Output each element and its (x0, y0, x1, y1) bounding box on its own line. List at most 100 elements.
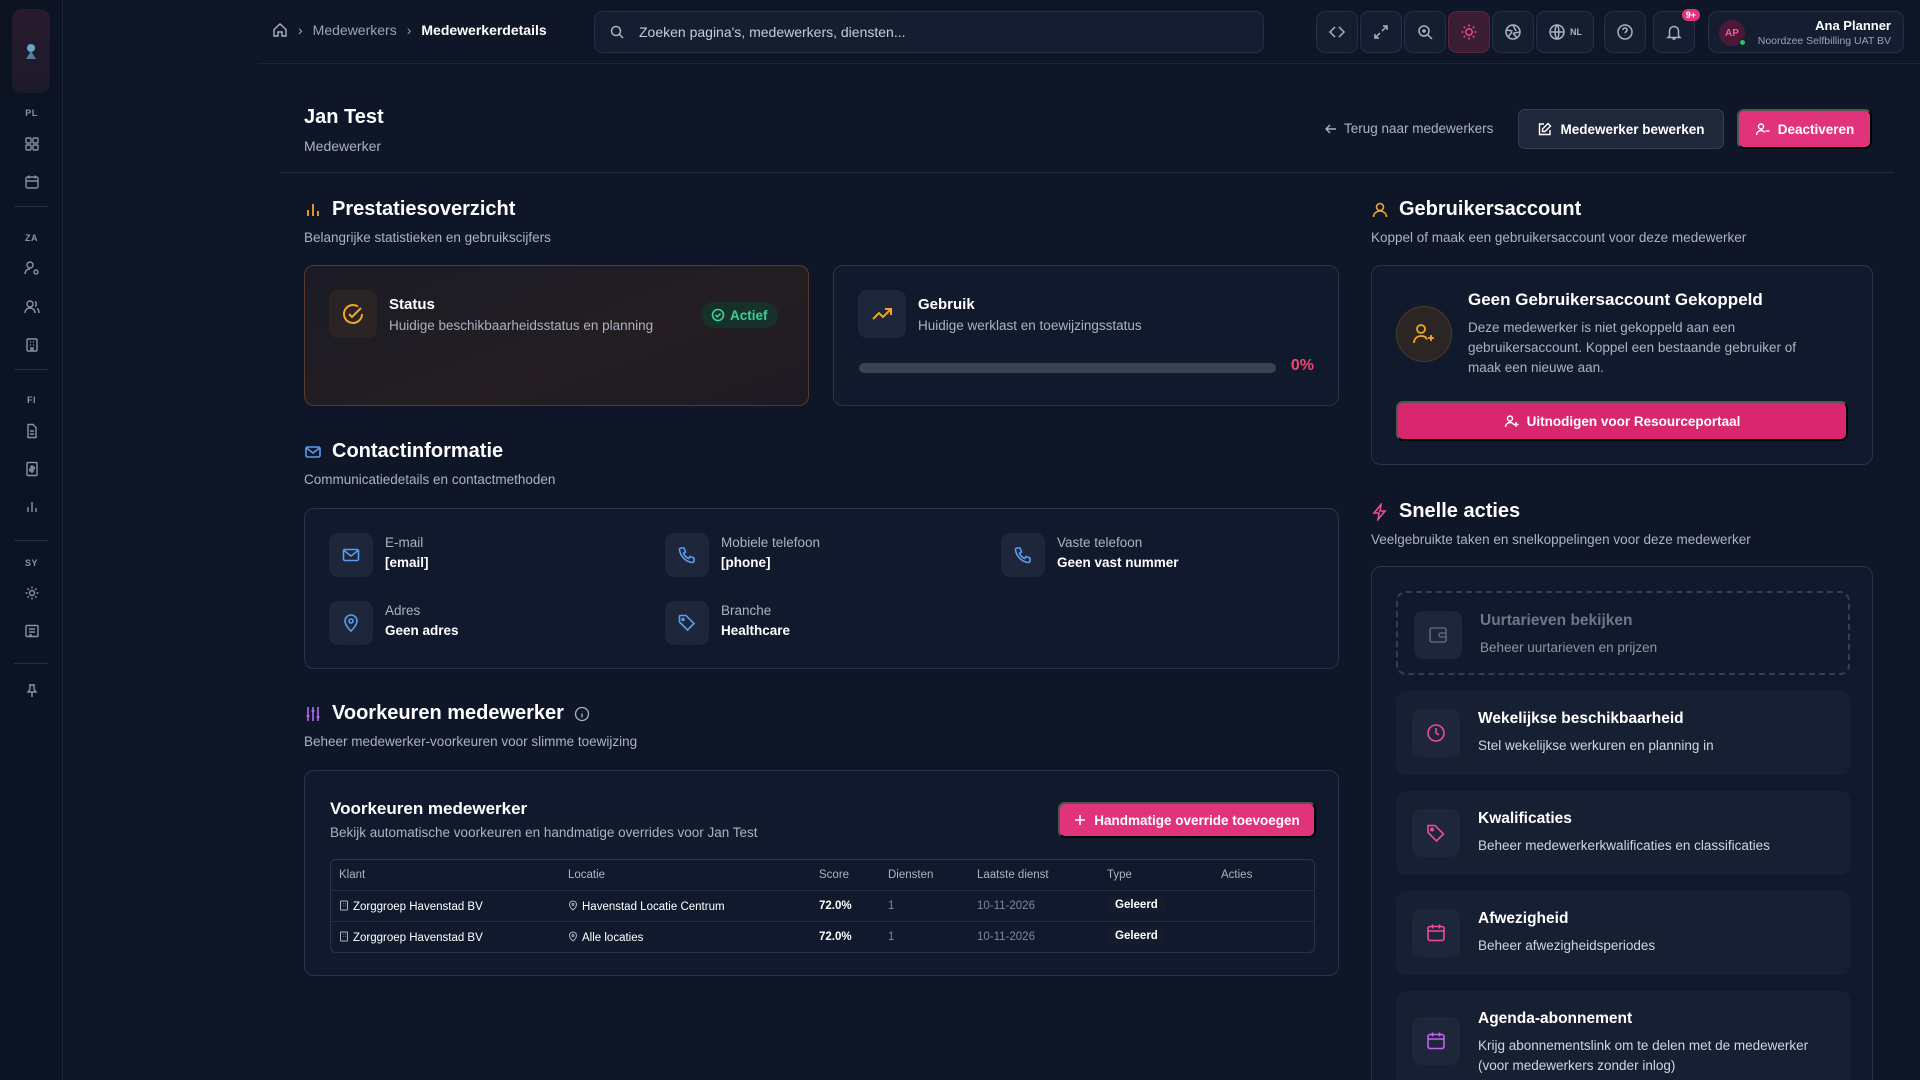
plus-icon (1074, 814, 1086, 826)
app-logo[interactable] (12, 9, 50, 93)
breadcrumb: › Medewerkers › Medewerkerdetails (272, 22, 547, 38)
zoom-button[interactable] (1404, 11, 1446, 53)
quick-action-calendar-subscription[interactable]: Agenda-abonnement Krijg abonnementslink … (1396, 991, 1850, 1080)
sliders-icon (304, 705, 322, 723)
fullscreen-button[interactable] (1360, 11, 1402, 53)
collapse-button[interactable] (1316, 11, 1358, 53)
cell-score: 72.0% (819, 900, 852, 912)
info-icon[interactable] (574, 706, 590, 722)
global-search[interactable] (594, 11, 1264, 53)
pin-icon[interactable] (21, 680, 43, 702)
globe-icon (1548, 23, 1566, 41)
rail-divider (14, 206, 48, 207)
cell-locatie-text: Alle locaties (582, 932, 644, 944)
breadcrumb-item-medewerkers[interactable]: Medewerkers (313, 22, 397, 38)
column-header-type[interactable]: Type (1107, 869, 1132, 881)
lightning-icon (1371, 502, 1389, 521)
rail-section-fi: FI (27, 395, 36, 405)
search-icon (609, 24, 625, 40)
preferences-description: Beheer medewerker-voorkeuren voor slimme… (304, 734, 638, 749)
cell-score: 72.0% (819, 931, 852, 943)
add-override-button[interactable]: Handmatige override toevoegen (1058, 802, 1316, 838)
dashboard-icon[interactable] (21, 133, 43, 155)
user-plus-icon (1396, 306, 1452, 362)
bell-icon (1665, 23, 1683, 41)
color-theme-button[interactable] (1492, 11, 1534, 53)
language-button[interactable]: NL (1536, 11, 1594, 53)
account-title: Gebruikersaccount (1399, 198, 1582, 220)
quick-action-absence[interactable]: Afwezigheid Beheer afwezigheidsperiodes (1396, 891, 1850, 975)
edit-employee-button[interactable]: Medewerker bewerken (1518, 109, 1724, 149)
quick-action-hourly-rates[interactable]: Uurtarieven bekijken Beheer uurtarieven … (1396, 591, 1850, 675)
user-menu[interactable]: AP Ana Planner Noordzee Selfbilling UAT … (1708, 11, 1904, 53)
contact-section-heading: Contactinformatie (304, 440, 503, 463)
column-header-locatie[interactable]: Locatie (568, 869, 605, 881)
table-row[interactable]: Zorggroep Havenstad BV Alle locaties 72.… (331, 921, 1314, 951)
user-name: Ana Planner (1815, 18, 1891, 33)
invite-resource-portal-button[interactable]: Uitnodigen voor Resourceportaal (1396, 401, 1848, 441)
column-header-score[interactable]: Score (819, 869, 849, 881)
table-row[interactable]: Zorggroep Havenstad BV Havenstad Locatie… (331, 890, 1314, 920)
account-section-heading: Gebruikersaccount (1371, 198, 1581, 221)
top-bar: › Medewerkers › Medewerkerdetails Zoeken… (258, 0, 1920, 64)
branch-label: Branche (721, 603, 772, 618)
column-header-klant[interactable]: Klant (339, 869, 365, 881)
column-header-diensten[interactable]: Diensten (888, 869, 933, 881)
mobile-value[interactable]: [phone] (721, 555, 771, 570)
preferences-card: Voorkeuren medewerker Bekijk automatisch… (304, 770, 1339, 976)
preferences-table: Klant Locatie Score Diensten Laatste die… (330, 859, 1315, 953)
cell-klant: Zorggroep Havenstad BV (339, 900, 483, 914)
column-header-laatste-dienst[interactable]: Laatste dienst (977, 869, 1049, 881)
status-title: Status (389, 296, 435, 313)
document-icon[interactable] (21, 420, 43, 442)
calendar-icon (1412, 1017, 1460, 1065)
calendar-icon[interactable] (21, 171, 43, 193)
cell-klant: Zorggroep Havenstad BV (339, 931, 483, 945)
landline-value: Geen vast nummer (1057, 555, 1179, 570)
left-rail: PL ZA FI SY (0, 0, 63, 1080)
back-to-employees-link[interactable]: Terug naar medewerkers (1324, 121, 1493, 136)
email-value[interactable]: [email] (385, 555, 429, 570)
deactivate-label: Deactiveren (1777, 121, 1855, 137)
table-header-row: Klant Locatie Score Diensten Laatste die… (331, 860, 1314, 890)
avatar: AP (1719, 20, 1746, 46)
arrow-left-icon (1324, 122, 1338, 136)
notifications-button[interactable]: 9+ (1653, 9, 1700, 53)
gear-icon[interactable] (21, 582, 43, 604)
users-icon[interactable] (21, 296, 43, 318)
quick-action-title: Kwalificaties (1478, 810, 1572, 827)
back-label: Terug naar medewerkers (1344, 121, 1494, 136)
type-badge: Geleerd (1107, 928, 1166, 944)
rail-section-za: ZA (25, 233, 38, 243)
search-input[interactable] (639, 24, 1239, 40)
theme-toggle-button[interactable] (1448, 11, 1490, 53)
contact-card: E-mail [email] Mobiele telefoon [phone] … (304, 508, 1339, 669)
preferences-card-description: Bekijk automatische voorkeuren en handma… (330, 825, 758, 840)
check-circle-icon (711, 308, 725, 322)
status-badge: Actief (701, 302, 778, 328)
bar-chart-icon[interactable] (21, 496, 43, 518)
cell-locatie: Alle locaties (568, 931, 643, 945)
preferences-card-title: Voorkeuren medewerker (330, 799, 528, 818)
usage-icon-box (858, 290, 906, 338)
building-icon[interactable] (21, 334, 43, 356)
user-settings-icon[interactable] (21, 257, 43, 279)
contact-title: Contactinformatie (332, 440, 504, 462)
chevron-right-icon: › (298, 22, 303, 38)
quick-action-description: Stel wekelijkse werkuren en planning in (1478, 738, 1714, 753)
quick-actions-description: Veelgebruikte taken en snelkoppelingen v… (1371, 532, 1751, 547)
type-badge: Geleerd (1107, 897, 1166, 913)
quick-action-qualifications[interactable]: Kwalificaties Beheer medewerkerkwalifica… (1396, 791, 1850, 875)
mail-icon (329, 533, 373, 577)
template-icon[interactable] (21, 620, 43, 642)
invoice-icon[interactable] (21, 458, 43, 480)
map-pin-icon (568, 931, 578, 945)
deactivate-button[interactable]: Deactiveren (1737, 109, 1872, 149)
help-button[interactable] (1604, 11, 1646, 53)
home-icon[interactable] (272, 22, 288, 38)
quick-action-weekly-availability[interactable]: Wekelijkse beschikbaarheid Stel wekelijk… (1396, 691, 1850, 775)
account-card-title: Geen Gebruikersaccount Gekoppeld (1468, 290, 1763, 309)
page-title: Jan Test (304, 106, 384, 128)
invite-label: Uitnodigen voor Resourceportaal (1526, 413, 1741, 429)
cell-klant-text: Zorggroep Havenstad BV (353, 901, 483, 913)
